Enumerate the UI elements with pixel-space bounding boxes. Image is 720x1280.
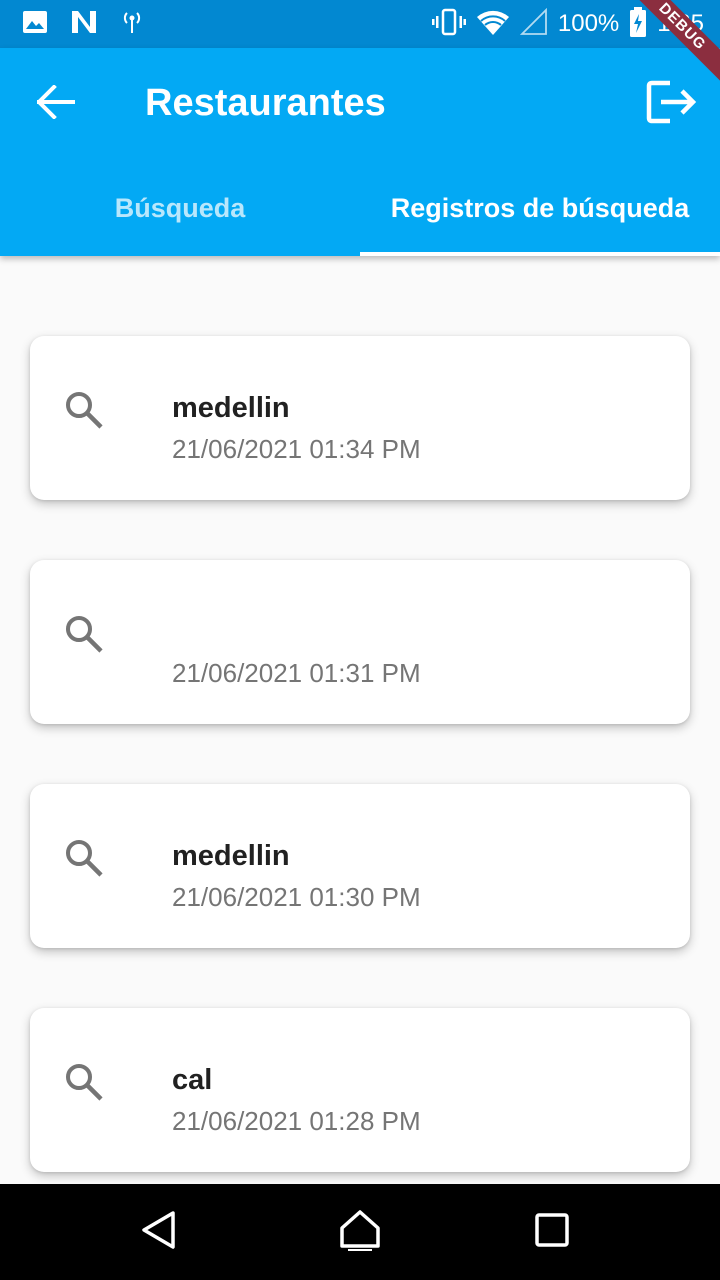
nav-recents-button[interactable] <box>530 1210 574 1254</box>
search-query: medellin <box>172 840 290 872</box>
search-icon <box>64 1062 104 1102</box>
n-app-icon <box>70 9 98 40</box>
search-date: 21/06/2021 01:28 PM <box>172 1106 421 1136</box>
logout-icon <box>646 79 698 130</box>
wifi-icon <box>476 8 510 41</box>
hotspot-icon <box>120 9 144 40</box>
history-card[interactable]: medellin 21/06/2021 01:34 PM <box>30 336 690 500</box>
square-recents-icon <box>534 1212 570 1253</box>
tab-registros-de-busqueda[interactable]: Registros de búsqueda <box>360 160 720 256</box>
search-query: medellin <box>172 392 290 424</box>
nav-home-button[interactable] <box>338 1208 382 1257</box>
search-history-list: medellin 21/06/2021 01:34 PM 21/06/2021 … <box>30 336 690 1232</box>
system-nav-bar <box>0 1184 720 1280</box>
history-card[interactable]: medellin 21/06/2021 01:30 PM <box>30 784 690 948</box>
app-bar: Restaurantes Búsqueda Registros de búsqu… <box>0 48 720 256</box>
search-icon <box>64 838 104 878</box>
search-query: cal <box>172 1064 213 1096</box>
vibrate-icon <box>431 8 466 41</box>
triangle-back-icon <box>140 1210 176 1255</box>
arrow-back-icon <box>36 83 75 124</box>
search-date: 21/06/2021 01:30 PM <box>172 882 421 912</box>
tab-bar: Búsqueda Registros de búsqueda <box>0 160 720 256</box>
search-date: 21/06/2021 01:34 PM <box>172 434 421 464</box>
battery-charging-icon <box>629 6 647 42</box>
history-card[interactable]: cal 21/06/2021 01:28 PM <box>30 1008 690 1172</box>
back-button[interactable] <box>30 78 82 130</box>
search-icon <box>64 614 104 654</box>
page-title: Restaurantes <box>145 82 386 124</box>
battery-percent: 100% <box>557 10 620 37</box>
logout-button[interactable] <box>642 76 702 132</box>
tab-busqueda[interactable]: Búsqueda <box>0 160 360 256</box>
image-icon <box>22 10 48 39</box>
status-bar: 100% 1:35 <box>0 0 720 48</box>
history-card[interactable]: 21/06/2021 01:31 PM <box>30 560 690 724</box>
home-icon <box>338 1208 382 1257</box>
nav-back-button[interactable] <box>136 1210 180 1254</box>
search-date: 21/06/2021 01:31 PM <box>172 658 421 688</box>
signal-icon <box>519 7 548 41</box>
search-icon <box>64 390 104 430</box>
